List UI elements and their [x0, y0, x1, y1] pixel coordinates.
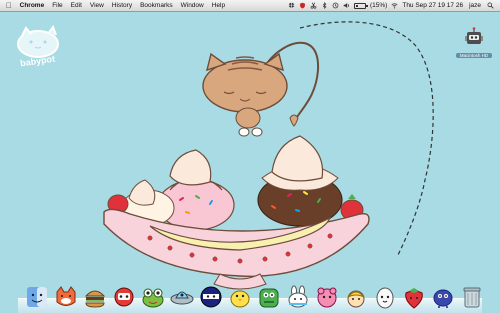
burger-app-icon[interactable] — [82, 284, 108, 310]
finder-icon[interactable] — [24, 284, 50, 310]
apple-logo-icon[interactable]:  — [0, 0, 16, 11]
macintosh-hd-label: Macintosh HD — [456, 53, 492, 58]
ninja-app-icon[interactable] — [198, 284, 224, 310]
wallpaper: babypot — [17, 21, 434, 290]
scissors-icon[interactable] — [310, 2, 317, 9]
red-robot-app-icon[interactable] — [111, 284, 137, 310]
menu-bar:  Chrome File Edit View History Bookmark… — [0, 0, 500, 12]
battery-percent[interactable]: (15%) — [370, 0, 387, 11]
bluetooth-icon[interactable] — [321, 2, 328, 9]
menu-bookmarks[interactable]: Bookmarks — [136, 0, 177, 11]
fox-app-icon[interactable] — [53, 284, 79, 310]
flying-cat — [202, 41, 320, 137]
babypot-logo: babypot — [17, 24, 59, 69]
robot-drive-icon — [465, 27, 483, 44]
chick-app-icon[interactable] — [227, 284, 253, 310]
volume-icon[interactable] — [343, 2, 350, 9]
dock — [18, 276, 482, 313]
ufo-app-icon[interactable] — [169, 284, 195, 310]
shield-icon[interactable] — [299, 2, 306, 9]
time-machine-icon[interactable] — [332, 2, 339, 9]
bunny-app-icon[interactable] — [285, 284, 311, 310]
dropbox-icon[interactable] — [288, 2, 295, 9]
pink-creature-app-icon[interactable] — [314, 284, 340, 310]
desktop: babypot Macintosh HD — [0, 12, 500, 313]
menu-history[interactable]: History — [108, 0, 136, 11]
search-icon[interactable] — [487, 2, 494, 9]
logo-text: babypot — [20, 54, 56, 69]
trash-icon[interactable] — [459, 284, 485, 310]
frog-app-icon[interactable] — [140, 284, 166, 310]
strawberry-app-icon[interactable] — [401, 284, 427, 310]
menu-file[interactable]: File — [48, 0, 66, 11]
green-monster-app-icon[interactable] — [256, 284, 282, 310]
macintosh-hd-icon[interactable]: Macintosh HD — [456, 26, 492, 58]
egg-app-icon[interactable] — [372, 284, 398, 310]
user-menu[interactable]: jaze — [467, 0, 483, 11]
wifi-icon[interactable] — [391, 2, 398, 9]
battery-icon[interactable] — [354, 2, 368, 9]
menu-view[interactable]: View — [86, 0, 108, 11]
banana-split — [103, 135, 370, 290]
app-menu-chrome[interactable]: Chrome — [16, 0, 49, 11]
menu-window[interactable]: Window — [177, 0, 208, 11]
menubar-clock[interactable]: Thu Sep 27 19 17 26 — [402, 0, 463, 11]
menu-help[interactable]: Help — [208, 0, 229, 11]
blue-bug-app-icon[interactable] — [430, 284, 456, 310]
menu-edit[interactable]: Edit — [67, 0, 86, 11]
blonde-kid-app-icon[interactable] — [343, 284, 369, 310]
